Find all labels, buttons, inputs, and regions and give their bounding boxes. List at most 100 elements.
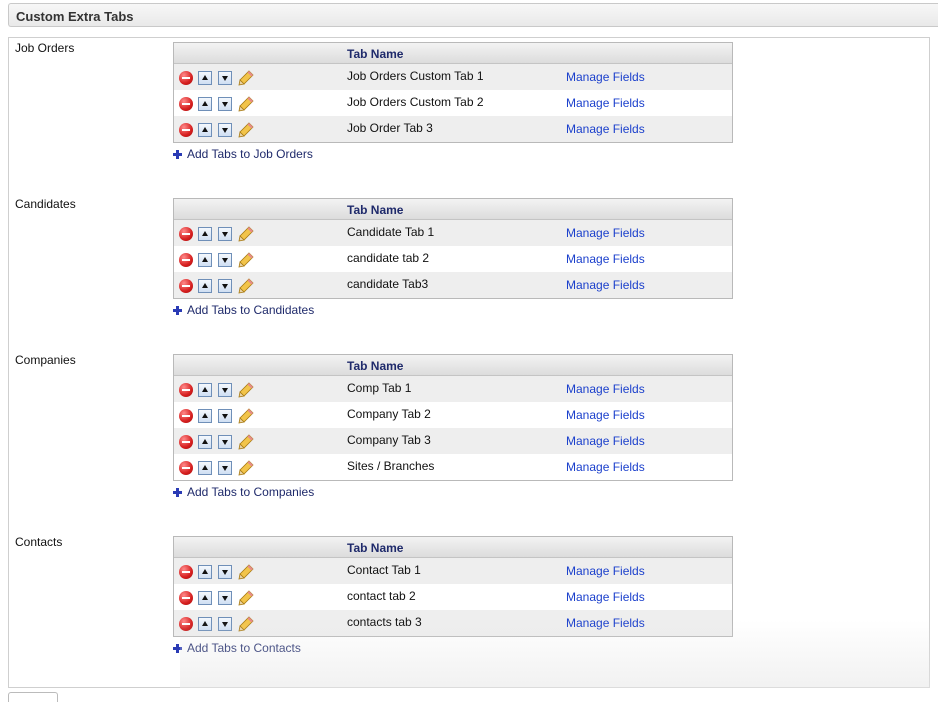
tab-name: Company Tab 2 bbox=[347, 407, 431, 421]
delete-icon[interactable] bbox=[179, 461, 193, 475]
table-row: Sites / Branches Manage Fields bbox=[174, 454, 732, 480]
arrow-up-icon[interactable] bbox=[198, 435, 212, 449]
tab-name: contact tab 2 bbox=[347, 589, 416, 603]
tab-table-header: Tab Name bbox=[174, 537, 732, 558]
pencil-icon[interactable] bbox=[238, 278, 254, 294]
manage-fields-link[interactable]: Manage Fields bbox=[566, 590, 645, 604]
arrow-down-icon[interactable] bbox=[218, 565, 232, 579]
manage-fields-link[interactable]: Manage Fields bbox=[566, 434, 645, 448]
table-row: Comp Tab 1 Manage Fields bbox=[174, 376, 732, 402]
tab-name: Contact Tab 1 bbox=[347, 563, 421, 577]
section-label-contacts: Contacts bbox=[15, 535, 63, 549]
manage-fields-link[interactable]: Manage Fields bbox=[566, 70, 645, 84]
section-label-candidates: Candidates bbox=[15, 197, 76, 211]
table-row: Contact Tab 1 Manage Fields bbox=[174, 558, 732, 584]
pencil-icon[interactable] bbox=[238, 460, 254, 476]
pencil-icon[interactable] bbox=[238, 434, 254, 450]
manage-fields-link[interactable]: Manage Fields bbox=[566, 122, 645, 136]
delete-icon[interactable] bbox=[179, 123, 193, 137]
manage-fields-link[interactable]: Manage Fields bbox=[566, 278, 645, 292]
arrow-up-icon[interactable] bbox=[198, 565, 212, 579]
tab-name-column-header: Tab Name bbox=[347, 541, 404, 555]
pencil-icon[interactable] bbox=[238, 382, 254, 398]
tab-name: candidate Tab3 bbox=[347, 277, 429, 291]
arrow-down-icon[interactable] bbox=[218, 617, 232, 631]
arrow-up-icon[interactable] bbox=[198, 123, 212, 137]
arrow-down-icon[interactable] bbox=[218, 383, 232, 397]
tab-name: candidate tab 2 bbox=[347, 251, 430, 265]
add-tabs-contacts-link[interactable]: Add Tabs to Contacts bbox=[173, 641, 301, 655]
tab-name-column-header: Tab Name bbox=[347, 203, 404, 217]
arrow-up-icon[interactable] bbox=[198, 591, 212, 605]
delete-icon[interactable] bbox=[179, 617, 193, 631]
pencil-icon[interactable] bbox=[238, 70, 254, 86]
arrow-up-icon[interactable] bbox=[198, 71, 212, 85]
manage-fields-link[interactable]: Manage Fields bbox=[566, 96, 645, 110]
delete-icon[interactable] bbox=[179, 565, 193, 579]
manage-fields-link[interactable]: Manage Fields bbox=[566, 408, 645, 422]
pencil-icon[interactable] bbox=[238, 96, 254, 112]
delete-icon[interactable] bbox=[179, 383, 193, 397]
manage-fields-link[interactable]: Manage Fields bbox=[566, 616, 645, 630]
delete-icon[interactable] bbox=[179, 409, 193, 423]
tab-table-header: Tab Name bbox=[174, 43, 732, 64]
arrow-down-icon[interactable] bbox=[218, 97, 232, 111]
pencil-icon[interactable] bbox=[238, 226, 254, 242]
table-row: candidate tab 2 Manage Fields bbox=[174, 246, 732, 272]
arrow-up-icon[interactable] bbox=[198, 97, 212, 111]
arrow-up-icon[interactable] bbox=[198, 461, 212, 475]
tab-name: contacts tab 3 bbox=[347, 615, 422, 629]
pencil-icon[interactable] bbox=[238, 616, 254, 632]
manage-fields-link[interactable]: Manage Fields bbox=[566, 226, 645, 240]
tab-name-column-header: Tab Name bbox=[347, 47, 404, 61]
tab-name: Sites / Branches bbox=[347, 459, 435, 473]
add-tabs-companies-link[interactable]: Add Tabs to Companies bbox=[173, 485, 314, 499]
delete-icon[interactable] bbox=[179, 227, 193, 241]
section-label-companies: Companies bbox=[15, 353, 76, 367]
section-label-job-orders: Job Orders bbox=[15, 41, 75, 55]
delete-icon[interactable] bbox=[179, 253, 193, 267]
plus-icon bbox=[173, 487, 182, 497]
pencil-icon[interactable] bbox=[238, 590, 254, 606]
arrow-up-icon[interactable] bbox=[198, 253, 212, 267]
tab-table-header: Tab Name bbox=[174, 355, 732, 376]
tab-name-column-header: Tab Name bbox=[347, 359, 404, 373]
arrow-down-icon[interactable] bbox=[218, 71, 232, 85]
delete-icon[interactable] bbox=[179, 279, 193, 293]
manage-fields-link[interactable]: Manage Fields bbox=[566, 382, 645, 396]
tab-name: Job Orders Custom Tab 1 bbox=[347, 69, 484, 83]
manage-fields-link[interactable]: Manage Fields bbox=[566, 460, 645, 474]
bottom-button-edge[interactable] bbox=[8, 692, 58, 702]
arrow-down-icon[interactable] bbox=[218, 227, 232, 241]
pencil-icon[interactable] bbox=[238, 122, 254, 138]
arrow-down-icon[interactable] bbox=[218, 461, 232, 475]
arrow-up-icon[interactable] bbox=[198, 227, 212, 241]
arrow-up-icon[interactable] bbox=[198, 383, 212, 397]
arrow-down-icon[interactable] bbox=[218, 409, 232, 423]
arrow-down-icon[interactable] bbox=[218, 279, 232, 293]
add-tabs-label: Add Tabs to Companies bbox=[187, 485, 315, 499]
manage-fields-link[interactable]: Manage Fields bbox=[566, 564, 645, 578]
add-tabs-candidates-link[interactable]: Add Tabs to Candidates bbox=[173, 303, 314, 317]
delete-icon[interactable] bbox=[179, 97, 193, 111]
add-tabs-label: Add Tabs to Contacts bbox=[187, 641, 301, 655]
arrow-down-icon[interactable] bbox=[218, 253, 232, 267]
arrow-down-icon[interactable] bbox=[218, 435, 232, 449]
pencil-icon[interactable] bbox=[238, 564, 254, 580]
delete-icon[interactable] bbox=[179, 435, 193, 449]
manage-fields-link[interactable]: Manage Fields bbox=[566, 252, 645, 266]
table-row: contact tab 2 Manage Fields bbox=[174, 584, 732, 610]
pencil-icon[interactable] bbox=[238, 408, 254, 424]
arrow-up-icon[interactable] bbox=[198, 409, 212, 423]
page-header-bar: Custom Extra Tabs bbox=[8, 3, 938, 27]
arrow-down-icon[interactable] bbox=[218, 123, 232, 137]
pencil-icon[interactable] bbox=[238, 252, 254, 268]
add-tabs-job-orders-link[interactable]: Add Tabs to Job Orders bbox=[173, 147, 313, 161]
delete-icon[interactable] bbox=[179, 591, 193, 605]
arrow-up-icon[interactable] bbox=[198, 617, 212, 631]
delete-icon[interactable] bbox=[179, 71, 193, 85]
arrow-down-icon[interactable] bbox=[218, 591, 232, 605]
arrow-up-icon[interactable] bbox=[198, 279, 212, 293]
plus-icon bbox=[173, 149, 182, 159]
tab-table-header: Tab Name bbox=[174, 199, 732, 220]
